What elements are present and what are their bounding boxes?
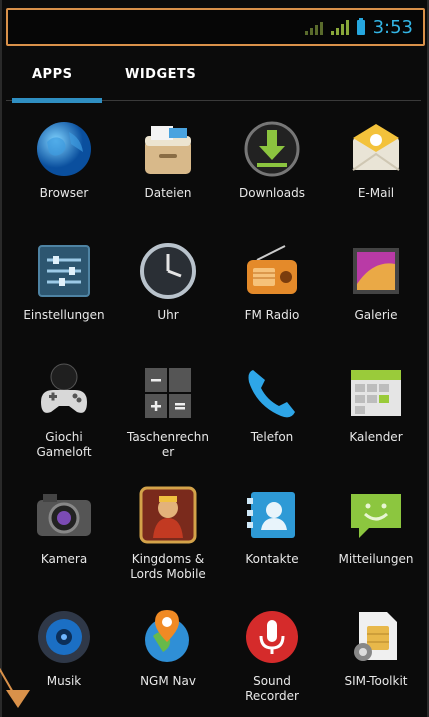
app-label: Browser (39, 186, 89, 200)
app-email[interactable]: E-Mail (324, 118, 428, 201)
gallery-icon (345, 240, 407, 302)
app-label: SIM-Toolkit (344, 674, 408, 688)
app-kamera[interactable]: Kamera (12, 484, 116, 567)
app-label: Musik (46, 674, 82, 688)
app-fm-radio[interactable]: FM Radio (220, 240, 324, 323)
settings-sliders-icon (33, 240, 95, 302)
app-kalender[interactable]: Kalender (324, 362, 428, 445)
app-label: NGM Nav (140, 674, 196, 688)
calendar-icon (345, 362, 407, 424)
app-label: E-Mail (357, 186, 395, 200)
battery-icon (356, 17, 365, 35)
download-icon (241, 118, 303, 180)
app-downloads[interactable]: Downloads (220, 118, 324, 201)
camera-icon (33, 484, 95, 546)
app-label: Einstellungen (23, 308, 105, 322)
tab-widgets[interactable]: WIDGETS (125, 54, 196, 100)
music-speaker-icon (33, 606, 95, 668)
app-uhr[interactable]: Uhr (116, 240, 220, 323)
calculator-icon (137, 362, 199, 424)
app-taschenrechner[interactable]: Taschenrechn er (116, 362, 220, 460)
app-label: Giochi Gameloft (36, 430, 92, 459)
signal-strength-icon (330, 19, 349, 35)
app-label: Uhr (157, 308, 179, 322)
app-sim-toolkit[interactable]: SIM-Toolkit (324, 606, 428, 689)
app-label: Sound Recorder (245, 674, 299, 703)
app-giochi-gameloft[interactable]: Giochi Gameloft (12, 362, 116, 460)
app-label: Downloads (239, 186, 305, 200)
app-label: Dateien (144, 186, 192, 200)
app-kontakte[interactable]: Kontakte (220, 484, 324, 567)
app-mitteilungen[interactable]: Mitteilungen (324, 484, 428, 567)
app-galerie[interactable]: Galerie (324, 240, 428, 323)
gamepad-icon (33, 362, 95, 424)
files-icon (137, 118, 199, 180)
navigation-icon (137, 606, 199, 668)
radio-icon (241, 240, 303, 302)
app-label: Mitteilungen (338, 552, 414, 566)
app-dateien[interactable]: Dateien (116, 118, 220, 201)
kingdoms-game-icon (137, 484, 199, 546)
app-label: Taschenrechn er (126, 430, 209, 459)
clock-icon (137, 240, 199, 302)
app-browser[interactable]: Browser (12, 118, 116, 201)
status-bar: 3:53 (6, 8, 425, 46)
app-einstellungen[interactable]: Einstellungen (12, 240, 116, 323)
app-kingdoms-lords-mobile[interactable]: Kingdoms & Lords Mobile (116, 484, 220, 582)
drawer-tabs: APPS WIDGETS (6, 54, 425, 106)
app-musik[interactable]: Musik (12, 606, 116, 689)
app-sound-recorder[interactable]: Sound Recorder (220, 606, 324, 704)
app-ngm-nav[interactable]: NGM Nav (116, 606, 220, 689)
contacts-icon (241, 484, 303, 546)
app-label: Kamera (40, 552, 88, 566)
app-label: Kontakte (245, 552, 299, 566)
app-label: Kingdoms & Lords Mobile (130, 552, 206, 581)
microphone-icon (241, 606, 303, 668)
phone-icon (241, 362, 303, 424)
messaging-icon (345, 484, 407, 546)
app-label: FM Radio (244, 308, 300, 322)
app-label: Telefon (250, 430, 294, 444)
browser-globe-icon (33, 118, 95, 180)
tab-indicator (12, 98, 102, 103)
app-telefon[interactable]: Telefon (220, 362, 324, 445)
app-label: Galerie (354, 308, 398, 322)
tab-apps[interactable]: APPS (32, 54, 72, 100)
status-clock: 3:53 (372, 16, 413, 38)
annotation-arrow-icon (6, 690, 30, 708)
app-drawer-screen: 3:53 APPS WIDGETS Browser Dateien Downlo… (0, 0, 429, 717)
sim-toolkit-icon (345, 606, 407, 668)
email-icon (345, 118, 407, 180)
app-label: Kalender (349, 430, 403, 444)
signal-strength-icon (304, 19, 323, 35)
